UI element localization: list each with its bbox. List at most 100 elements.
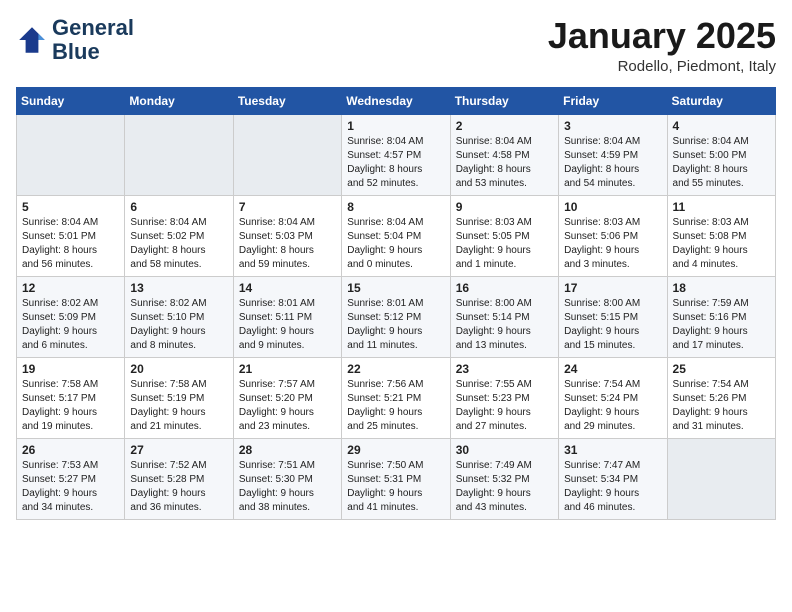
day-info: Sunrise: 8:04 AM Sunset: 4:57 PM Dayligh… [347, 135, 444, 191]
day-number: 17 [564, 281, 661, 295]
day-number: 13 [130, 281, 227, 295]
day-info: Sunrise: 8:03 AM Sunset: 5:08 PM Dayligh… [673, 216, 770, 272]
calendar-cell: 17 Sunrise: 8:00 AM Sunset: 5:15 PM Dayli… [559, 276, 667, 357]
day-info: Sunrise: 7:58 AM Sunset: 5:17 PM Dayligh… [22, 378, 119, 434]
calendar-cell: 24Sunrise: 7:54 AM Sunset: 5:24 PM Dayli… [559, 357, 667, 438]
day-info: Sunrise: 7:54 AM Sunset: 5:24 PM Dayligh… [564, 378, 661, 434]
calendar-cell: 10 Sunrise: 8:03 AM Sunset: 5:06 PM Dayli… [559, 195, 667, 276]
day-info: Sunrise: 8:02 AM Sunset: 5:10 PM Dayligh… [130, 297, 227, 353]
day-info: Sunrise: 7:47 AM Sunset: 5:34 PM Dayligh… [564, 459, 661, 515]
weekday-header-cell: Saturday [667, 87, 775, 114]
day-number: 25 [673, 362, 770, 376]
calendar-cell: 28 Sunrise: 7:51 AM Sunset: 5:30 PM Dayli… [233, 438, 341, 519]
day-number: 4 [673, 119, 770, 133]
day-info: Sunrise: 7:53 AM Sunset: 5:27 PM Dayligh… [22, 459, 119, 515]
weekday-header-cell: Wednesday [342, 87, 450, 114]
day-number: 6 [130, 200, 227, 214]
day-info: Sunrise: 8:04 AM Sunset: 4:58 PM Dayligh… [456, 135, 553, 191]
day-number: 30 [456, 443, 553, 457]
day-number: 10 [564, 200, 661, 214]
calendar-week-row: 26Sunrise: 7:53 AM Sunset: 5:27 PM Dayli… [17, 438, 776, 519]
weekday-header-cell: Tuesday [233, 87, 341, 114]
day-number: 16 [456, 281, 553, 295]
title-block: January 2025 Rodello, Piedmont, Italy [548, 16, 776, 75]
day-number: 20 [130, 362, 227, 376]
day-info: Sunrise: 8:03 AM Sunset: 5:05 PM Dayligh… [456, 216, 553, 272]
day-info: Sunrise: 7:58 AM Sunset: 5:19 PM Dayligh… [130, 378, 227, 434]
day-number: 31 [564, 443, 661, 457]
day-info: Sunrise: 7:49 AM Sunset: 5:32 PM Dayligh… [456, 459, 553, 515]
day-info: Sunrise: 8:00 AM Sunset: 5:14 PM Dayligh… [456, 297, 553, 353]
calendar-cell: 30 Sunrise: 7:49 AM Sunset: 5:32 PM Dayli… [450, 438, 558, 519]
calendar-cell: 25Sunrise: 7:54 AM Sunset: 5:26 PM Dayli… [667, 357, 775, 438]
calendar-cell [667, 438, 775, 519]
calendar-table: SundayMondayTuesdayWednesdayThursdayFrid… [16, 87, 776, 520]
calendar-cell: 27 Sunrise: 7:52 AM Sunset: 5:28 PM Dayli… [125, 438, 233, 519]
calendar-cell: 31 Sunrise: 7:47 AM Sunset: 5:34 PM Dayli… [559, 438, 667, 519]
calendar-cell: 4Sunrise: 8:04 AM Sunset: 5:00 PM Daylig… [667, 114, 775, 195]
weekday-header-cell: Monday [125, 87, 233, 114]
calendar-cell [233, 114, 341, 195]
day-info: Sunrise: 8:04 AM Sunset: 5:01 PM Dayligh… [22, 216, 119, 272]
calendar-cell: 23Sunrise: 7:55 AM Sunset: 5:23 PM Dayli… [450, 357, 558, 438]
day-number: 28 [239, 443, 336, 457]
day-info: Sunrise: 8:01 AM Sunset: 5:12 PM Dayligh… [347, 297, 444, 353]
day-number: 29 [347, 443, 444, 457]
day-number: 7 [239, 200, 336, 214]
day-info: Sunrise: 7:51 AM Sunset: 5:30 PM Dayligh… [239, 459, 336, 515]
day-number: 11 [673, 200, 770, 214]
calendar-cell: 3Sunrise: 8:04 AM Sunset: 4:59 PM Daylig… [559, 114, 667, 195]
calendar-cell: 26Sunrise: 7:53 AM Sunset: 5:27 PM Dayli… [17, 438, 125, 519]
calendar-week-row: 1 Sunrise: 8:04 AM Sunset: 4:57 PM Daylig… [17, 114, 776, 195]
day-info: Sunrise: 8:04 AM Sunset: 5:02 PM Dayligh… [130, 216, 227, 272]
calendar-cell: 6 Sunrise: 8:04 AM Sunset: 5:02 PM Daylig… [125, 195, 233, 276]
month-title: January 2025 [548, 16, 776, 56]
weekday-header-cell: Friday [559, 87, 667, 114]
calendar-cell: 11 Sunrise: 8:03 AM Sunset: 5:08 PM Dayli… [667, 195, 775, 276]
calendar-cell: 19Sunrise: 7:58 AM Sunset: 5:17 PM Dayli… [17, 357, 125, 438]
calendar-cell: 14Sunrise: 8:01 AM Sunset: 5:11 PM Dayli… [233, 276, 341, 357]
calendar-cell: 12 Sunrise: 8:02 AM Sunset: 5:09 PM Dayli… [17, 276, 125, 357]
calendar-cell: 21Sunrise: 7:57 AM Sunset: 5:20 PM Dayli… [233, 357, 341, 438]
calendar-cell: 8Sunrise: 8:04 AM Sunset: 5:04 PM Daylig… [342, 195, 450, 276]
logo-text: General Blue [52, 16, 134, 64]
day-number: 18 [673, 281, 770, 295]
day-number: 12 [22, 281, 119, 295]
calendar-week-row: 19Sunrise: 7:58 AM Sunset: 5:17 PM Dayli… [17, 357, 776, 438]
calendar-cell: 9Sunrise: 8:03 AM Sunset: 5:05 PM Daylig… [450, 195, 558, 276]
day-number: 1 [347, 119, 444, 133]
location-subtitle: Rodello, Piedmont, Italy [548, 58, 776, 75]
day-info: Sunrise: 7:55 AM Sunset: 5:23 PM Dayligh… [456, 378, 553, 434]
day-number: 15 [347, 281, 444, 295]
logo-icon [16, 24, 48, 56]
calendar-cell: 2 Sunrise: 8:04 AM Sunset: 4:58 PM Daylig… [450, 114, 558, 195]
weekday-header-cell: Thursday [450, 87, 558, 114]
day-number: 21 [239, 362, 336, 376]
day-info: Sunrise: 8:03 AM Sunset: 5:06 PM Dayligh… [564, 216, 661, 272]
logo-line1: General [52, 16, 134, 40]
calendar-cell: 15 Sunrise: 8:01 AM Sunset: 5:12 PM Dayli… [342, 276, 450, 357]
page-header: General Blue January 2025 Rodello, Piedm… [16, 16, 776, 75]
day-number: 3 [564, 119, 661, 133]
calendar-cell: 5 Sunrise: 8:04 AM Sunset: 5:01 PM Daylig… [17, 195, 125, 276]
calendar-cell: 20 Sunrise: 7:58 AM Sunset: 5:19 PM Dayli… [125, 357, 233, 438]
day-info: Sunrise: 7:59 AM Sunset: 5:16 PM Dayligh… [673, 297, 770, 353]
calendar-cell [125, 114, 233, 195]
day-info: Sunrise: 8:04 AM Sunset: 5:03 PM Dayligh… [239, 216, 336, 272]
day-info: Sunrise: 8:02 AM Sunset: 5:09 PM Dayligh… [22, 297, 119, 353]
calendar-cell [17, 114, 125, 195]
weekday-header-cell: Sunday [17, 87, 125, 114]
calendar-cell: 7 Sunrise: 8:04 AM Sunset: 5:03 PM Daylig… [233, 195, 341, 276]
day-number: 2 [456, 119, 553, 133]
logo-line2: Blue [52, 40, 134, 64]
day-info: Sunrise: 8:00 AM Sunset: 5:15 PM Dayligh… [564, 297, 661, 353]
day-info: Sunrise: 7:56 AM Sunset: 5:21 PM Dayligh… [347, 378, 444, 434]
calendar-week-row: 5 Sunrise: 8:04 AM Sunset: 5:01 PM Daylig… [17, 195, 776, 276]
calendar-header-row: SundayMondayTuesdayWednesdayThursdayFrid… [17, 87, 776, 114]
day-number: 27 [130, 443, 227, 457]
day-info: Sunrise: 7:52 AM Sunset: 5:28 PM Dayligh… [130, 459, 227, 515]
calendar-cell: 18 Sunrise: 7:59 AM Sunset: 5:16 PM Dayli… [667, 276, 775, 357]
day-number: 5 [22, 200, 119, 214]
calendar-cell: 13 Sunrise: 8:02 AM Sunset: 5:10 PM Dayli… [125, 276, 233, 357]
day-info: Sunrise: 8:04 AM Sunset: 5:04 PM Dayligh… [347, 216, 444, 272]
